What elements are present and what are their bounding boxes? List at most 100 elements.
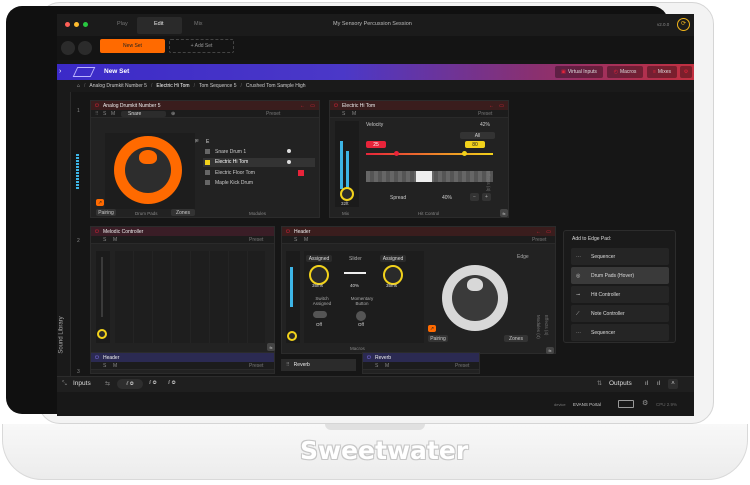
header-zones-select[interactable]: Zones xyxy=(504,335,528,342)
macros-button[interactable]: ◴ Macros xyxy=(607,66,643,78)
switch-toggle[interactable] xyxy=(313,311,327,318)
header-effects-tab[interactable]: Effects (4) xyxy=(544,315,549,335)
pairing-button[interactable]: Pairing xyxy=(96,209,116,216)
add-sample-icon[interactable]: + xyxy=(482,193,491,201)
melodic-fx-icon[interactable]: fx xyxy=(267,343,275,351)
breadcrumb-item-hi-tom[interactable]: Electric Hi Tom xyxy=(156,83,189,89)
edge-pad-option-drum-pads[interactable]: ◎ Drum Pads (Hover) xyxy=(571,267,669,284)
melodic-solo-button[interactable]: S xyxy=(103,238,106,243)
hi-tom-power-icon[interactable]: ⏻ xyxy=(334,103,338,109)
breadcrumb-item-kit[interactable]: Analog Drumkit Number 5 xyxy=(89,83,147,89)
header-2-preset-select[interactable]: Preset xyxy=(249,364,263,369)
power-icon[interactable]: ⏻ xyxy=(95,103,99,109)
module-row-2[interactable]: Electric Hi Tom xyxy=(203,158,315,167)
module-row-1[interactable]: Snare Drum 1 xyxy=(203,148,315,156)
input-routing-icon[interactable]: ⇆ xyxy=(105,381,110,387)
sound-library-label[interactable]: Sound Library xyxy=(59,316,65,353)
hi-tom-back-icon[interactable]: ← xyxy=(489,103,494,109)
velocity-range-slider[interactable] xyxy=(366,153,493,155)
breadcrumb-item-sample[interactable]: Crushed Tom Sample High xyxy=(246,83,306,89)
window-icon[interactable]: ▭ xyxy=(310,103,315,109)
tab-edit[interactable]: Edit xyxy=(154,21,163,28)
range-high-input[interactable]: 80 xyxy=(465,141,485,148)
hi-tom-effects-tab[interactable]: Effects (4) xyxy=(486,171,491,191)
close-window-button[interactable] xyxy=(65,22,70,27)
module-row-2-dot-icon[interactable] xyxy=(287,160,291,164)
velocity-range-high-handle[interactable] xyxy=(462,151,467,156)
fx-icon[interactable]: fx xyxy=(500,209,508,217)
zoom-window-button[interactable] xyxy=(83,22,88,27)
melodic-mute-button[interactable]: M xyxy=(113,238,117,243)
velocity-range-low-handle[interactable] xyxy=(394,151,399,156)
macro-slider[interactable] xyxy=(344,272,366,274)
macro-knob-left[interactable] xyxy=(309,265,329,285)
header-2-power-icon[interactable]: ⏻ xyxy=(95,355,99,361)
module-row-1-dot-icon[interactable] xyxy=(287,149,291,153)
hi-tom-mute-button[interactable]: M xyxy=(352,112,356,117)
macro-assigned-right[interactable]: Assigned xyxy=(380,255,406,262)
nav-forward-icon[interactable] xyxy=(78,41,92,55)
macro-knob-right[interactable] xyxy=(383,265,403,285)
reverb-1-handle-icon[interactable]: ⠿ xyxy=(286,362,290,368)
momentary-button[interactable] xyxy=(356,311,366,321)
mix-knob[interactable] xyxy=(340,187,354,201)
input-pair-1-icon[interactable]: ⫽ ◎ xyxy=(117,379,143,389)
header-2-solo-button[interactable]: S xyxy=(103,364,106,369)
mute-button[interactable]: M xyxy=(111,112,115,117)
melodic-grid[interactable] xyxy=(115,251,265,343)
virtual-inputs-button[interactable]: ▣ Virtual Inputs xyxy=(555,66,603,78)
header-preset-select[interactable]: Preset xyxy=(532,238,546,243)
drum-pad-zone-top[interactable] xyxy=(139,150,157,164)
header-2-mute-button[interactable]: M xyxy=(113,364,117,369)
reverb-2-preset-select[interactable]: Preset xyxy=(455,364,469,369)
module-row-3-mute-icon[interactable] xyxy=(298,170,304,176)
hi-tom-window-icon[interactable]: ▭ xyxy=(499,103,504,109)
remove-icon[interactable]: − xyxy=(470,193,479,201)
tab-mix[interactable]: Mix xyxy=(194,21,203,28)
chevron-up-icon[interactable]: ˄ xyxy=(668,379,678,389)
sync-icon[interactable]: ⟳ xyxy=(677,18,690,31)
sample-selection[interactable] xyxy=(416,171,432,182)
chevron-right-icon[interactable]: › xyxy=(59,67,68,76)
status-settings-icon[interactable]: ⚙ xyxy=(642,400,648,407)
reverb-2-mute-button[interactable]: M xyxy=(385,364,389,369)
tab-play[interactable]: Play xyxy=(117,21,128,28)
reverb-2-power-icon[interactable]: ⏻ xyxy=(367,355,371,361)
add-set-button[interactable]: + Add Set xyxy=(169,39,234,53)
edge-pad-option-sequencer-2[interactable]: ⋯ Sequencer xyxy=(571,324,669,341)
solo-button[interactable]: S xyxy=(103,112,106,117)
header-pairing-icon[interactable]: ↗ xyxy=(428,325,436,332)
set-new-set-button[interactable]: New Set xyxy=(100,39,165,53)
melodic-preset-select[interactable]: Preset xyxy=(249,238,263,243)
home-icon[interactable]: ⌂ xyxy=(77,83,80,89)
melodic-power-icon[interactable]: ⏻ xyxy=(95,229,99,235)
hi-tom-preset-select[interactable]: Preset xyxy=(478,112,492,117)
header-pairing-button[interactable]: Pairing xyxy=(428,335,448,342)
zones-select[interactable]: Zones xyxy=(171,209,195,216)
header-window-icon[interactable]: ▭ xyxy=(546,229,551,235)
header-modules-tab[interactable]: Modules (4) xyxy=(536,315,541,339)
settings-icon[interactable]: ⚙ xyxy=(680,66,692,78)
reverb-2-solo-button[interactable]: S xyxy=(375,364,378,369)
input-pair-3-icon[interactable]: ⫽ ◎ xyxy=(168,381,176,386)
minimize-window-button[interactable] xyxy=(74,22,79,27)
input-pair-2-icon[interactable]: ⫽ ◎ xyxy=(149,381,157,386)
breadcrumb-item-sequence[interactable]: Tom Sequence 5 xyxy=(199,83,237,89)
header-fx-icon[interactable]: fx xyxy=(546,347,554,354)
preset-select[interactable]: Preset xyxy=(266,112,280,117)
add-icon[interactable]: ⊕ xyxy=(171,112,175,117)
range-low-input[interactable]: 25 xyxy=(366,141,386,148)
hi-tom-solo-button[interactable]: S xyxy=(342,112,345,117)
pairing-icon[interactable]: ↗ xyxy=(96,199,104,206)
header-power-icon[interactable]: ⏻ xyxy=(286,229,290,235)
header-back-icon[interactable]: ← xyxy=(536,229,541,235)
module-row-4[interactable]: Maple Kick Drum xyxy=(203,179,315,187)
edge-pad-option-hit-controller[interactable]: ⊸ Hit Controller xyxy=(571,286,669,303)
module-row-3[interactable]: Electric Floor Tom xyxy=(203,169,315,177)
output-routing-icon[interactable]: ⇅ xyxy=(597,381,602,387)
header-mute-button[interactable]: M xyxy=(304,238,308,243)
mixes-button[interactable]: ≡ Mixes xyxy=(647,66,677,78)
macro-assigned-left[interactable]: Assigned xyxy=(306,255,332,262)
edge-pad-option-sequencer[interactable]: ⋯ Sequencer xyxy=(571,248,669,265)
arrow-left-icon[interactable]: ← xyxy=(300,103,305,109)
